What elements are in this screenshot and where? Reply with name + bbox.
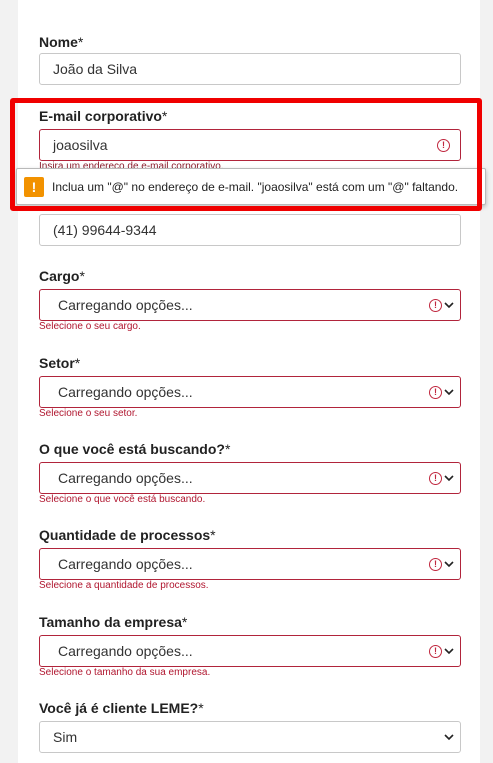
chevron-down-icon	[444, 389, 454, 396]
cliente-select[interactable]: Sim	[39, 721, 461, 753]
buscando-value: Carregando opções...	[58, 470, 193, 486]
phone-input[interactable]: (41) 99644-9344	[39, 214, 461, 246]
chevron-down-icon	[444, 734, 454, 741]
buscando-select[interactable]: Carregando opções... !	[39, 462, 461, 494]
setor-select[interactable]: Carregando opções... !	[39, 376, 461, 408]
invalid-icon: !	[429, 472, 442, 485]
cliente-label: Você já é cliente LEME?*	[39, 700, 204, 716]
phone-value: (41) 99644-9344	[53, 222, 157, 238]
nome-value: João da Silva	[53, 61, 138, 77]
cargo-select[interactable]: Carregando opções... !	[39, 289, 461, 321]
cliente-value: Sim	[53, 729, 78, 745]
invalid-icon: !	[429, 558, 442, 571]
tamanho-value: Carregando opções...	[58, 643, 193, 659]
nome-label: Nome*	[39, 34, 84, 50]
tamanho-error: Selecione o tamanho da sua empresa.	[39, 667, 211, 678]
cargo-error: Selecione o seu cargo.	[39, 321, 141, 332]
tamanho-select[interactable]: Carregando opções... !	[39, 635, 461, 667]
setor-value: Carregando opções...	[58, 384, 193, 400]
invalid-icon: !	[429, 299, 442, 312]
buscando-label: O que você está buscando?*	[39, 441, 231, 457]
setor-error: Selecione o seu setor.	[39, 408, 138, 419]
chevron-down-icon	[444, 561, 454, 568]
processos-error: Selecione a quantidade de processos.	[39, 580, 209, 591]
chevron-down-icon	[444, 648, 454, 655]
chevron-down-icon	[444, 475, 454, 482]
processos-value: Carregando opções...	[58, 556, 193, 572]
invalid-icon: !	[429, 645, 442, 658]
buscando-error: Selecione o que você está buscando.	[39, 494, 206, 505]
processos-select[interactable]: Carregando opções... !	[39, 548, 461, 580]
cargo-label: Cargo*	[39, 268, 85, 284]
nome-input[interactable]: João da Silva	[39, 53, 461, 85]
highlight-box	[10, 98, 482, 211]
setor-label: Setor*	[39, 355, 81, 371]
chevron-down-icon	[444, 302, 454, 309]
tamanho-label: Tamanho da empresa*	[39, 614, 188, 630]
processos-label: Quantidade de processos*	[39, 527, 216, 543]
cargo-value: Carregando opções...	[58, 297, 193, 313]
invalid-icon: !	[429, 386, 442, 399]
